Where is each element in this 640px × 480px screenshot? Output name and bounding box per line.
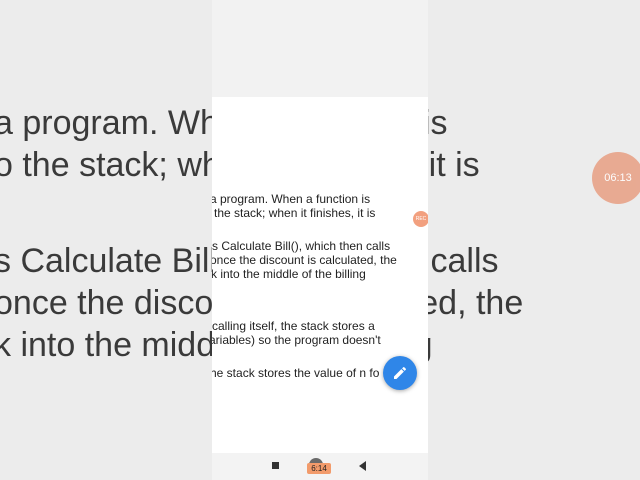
back-button[interactable] bbox=[359, 461, 366, 471]
pencil-icon bbox=[394, 366, 407, 379]
document-text-line: o the stack; when it finishes, it is bbox=[212, 206, 376, 220]
document-text-line: once the discount is calculated, the bbox=[212, 253, 397, 267]
edit-button[interactable] bbox=[383, 356, 417, 390]
navigation-bar: 6:14 bbox=[212, 453, 428, 480]
document-text-line: ariables) so the program doesn't bbox=[212, 333, 381, 347]
recording-indicator[interactable]: REC bbox=[413, 211, 428, 227]
document-text-line: k into the middle of the billing bbox=[212, 267, 366, 281]
background-timer-badge: 06:13 bbox=[592, 152, 640, 204]
phone-screen: a program. When a function is o the stac… bbox=[212, 0, 428, 480]
document-text-line: a program. When a function is bbox=[212, 192, 371, 206]
recording-time-badge: 6:14 bbox=[307, 463, 331, 474]
document-text-line: he stack stores the value of n fo bbox=[212, 366, 380, 380]
document-text-line: calling itself, the stack stores a bbox=[212, 319, 375, 333]
document-page[interactable]: a program. When a function is o the stac… bbox=[212, 97, 428, 453]
recents-button[interactable] bbox=[272, 462, 279, 469]
document-text-line: s Calculate Bill(), which then calls bbox=[212, 239, 391, 253]
